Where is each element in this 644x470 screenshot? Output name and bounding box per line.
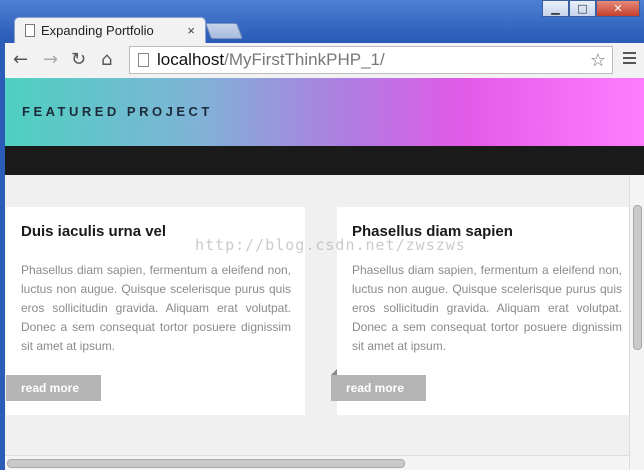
reload-icon[interactable]: ↻ [71, 49, 86, 70]
hero-banner: FEATURED PROJECT [5, 78, 644, 146]
tab-close-icon[interactable]: × [187, 23, 195, 38]
home-icon[interactable]: ⌂ [101, 49, 112, 70]
address-bar[interactable]: localhost/MyFirstThinkPHP_1/ ☆ [129, 46, 613, 74]
browser-tab[interactable]: Expanding Portfolio × [14, 17, 206, 43]
back-icon[interactable]: ← [13, 49, 28, 70]
maximize-button[interactable]: □ [569, 0, 596, 17]
card-body: Phasellus diam sapien, fermentum a eleif… [352, 263, 622, 353]
nav-bar [5, 146, 644, 175]
watermark: http://blog.csdn.net/zwszws [195, 236, 466, 254]
read-more-button[interactable]: read more [6, 375, 101, 401]
window-controls: ▁ □ ✕ [542, 0, 640, 17]
url-path: /MyFirstThinkPHP_1/ [224, 50, 385, 69]
horizontal-scroll-thumb[interactable] [7, 459, 405, 468]
new-tab-button[interactable] [205, 23, 243, 39]
browser-window: ▁ □ ✕ Expanding Portfolio × ← → ↻ ⌂ loca… [0, 0, 644, 470]
minimize-button[interactable]: ▁ [542, 0, 569, 17]
browser-toolbar: ← → ↻ ⌂ localhost/MyFirstThinkPHP_1/ ☆ [5, 43, 644, 78]
page-viewport: FEATURED PROJECT Duis iaculis urna vel P… [5, 78, 644, 470]
url-host: localhost [157, 50, 225, 69]
bookmark-star-icon[interactable]: ☆ [590, 50, 606, 71]
hero-title: FEATURED PROJECT [22, 104, 213, 119]
card-body: Phasellus diam sapien, fermentum a eleif… [21, 263, 291, 353]
vertical-scroll-thumb[interactable] [633, 205, 642, 350]
horizontal-scrollbar[interactable] [5, 455, 629, 470]
vertical-scrollbar[interactable] [629, 175, 644, 470]
menu-icon[interactable] [623, 52, 636, 67]
card-title: Duis iaculis urna vel [21, 223, 167, 240]
window-close-button[interactable]: ✕ [596, 0, 640, 17]
page-icon [25, 24, 35, 37]
read-more-button[interactable]: read more [331, 375, 426, 401]
tab-title: Expanding Portfolio [41, 23, 154, 38]
page-info-icon [138, 53, 149, 67]
forward-icon[interactable]: → [43, 49, 58, 70]
